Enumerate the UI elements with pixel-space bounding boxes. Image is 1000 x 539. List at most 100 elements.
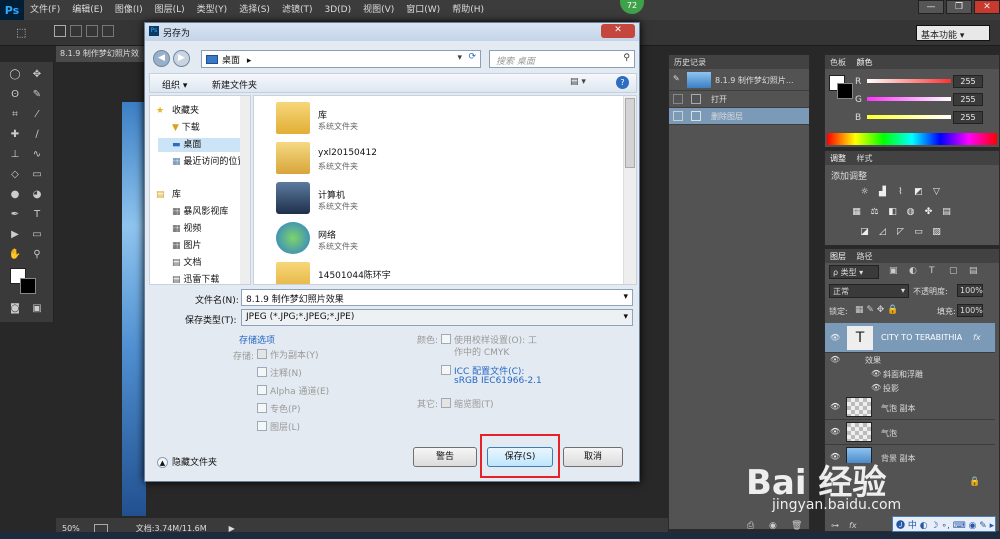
layers-tab[interactable]: 图层 [830,252,846,261]
visibility-eye-icon[interactable]: 👁 [830,402,840,411]
thumbnail-checkbox[interactable] [441,398,451,408]
effects-row[interactable]: 👁 效果 [825,353,995,367]
intersect-selection-icon[interactable] [102,25,114,37]
gradient-map-icon[interactable]: ▭ [913,227,924,238]
layer-row[interactable]: 👁 气泡 副本 [825,395,995,420]
move-tool-icon[interactable]: ✥ [30,68,44,82]
swatches-tab[interactable]: 色板 [830,58,846,67]
history-item-delete-layer[interactable]: 删除图层 [669,108,809,125]
as-copy-checkbox[interactable] [257,349,267,359]
quick-mask-icon[interactable]: ◙ [8,302,22,316]
lasso-tool-icon[interactable]: ʘ [8,88,22,102]
menu-edit[interactable]: 编辑(E) [66,0,109,20]
photo-filter-icon[interactable]: ◍ [905,207,916,218]
filetype-dropdown-icon[interactable]: ▾ [623,312,628,322]
selective-color-icon[interactable]: ▨ [931,227,942,238]
visibility-eye-icon[interactable]: 👁 [830,333,840,342]
menu-layer[interactable]: 图层(L) [149,0,191,20]
layer-row[interactable]: 👁 气泡 [825,420,995,445]
menu-window[interactable]: 窗口(W) [400,0,446,20]
gradient-icon[interactable]: ▭ [30,168,44,182]
menu-file[interactable]: 文件(F) [24,0,66,20]
blue-slider[interactable] [867,115,951,119]
marquee-tool-icon[interactable]: ◯ [8,68,22,82]
organize-button[interactable]: 组织 ▾ [162,78,187,91]
workspace-select[interactable]: 基本功能 ▾ [916,25,990,41]
healing-brush-icon[interactable]: ✚ [8,128,22,142]
menu-view[interactable]: 视图(V) [357,0,400,20]
menu-help[interactable]: 帮助(H) [446,0,490,20]
text-layer-row[interactable]: 👁 T CITY TO TERABITHIA fx [825,323,995,353]
red-slider[interactable] [867,79,951,83]
clone-stamp-icon[interactable]: ⊥ [8,148,22,162]
visibility-eye-icon[interactable]: 👁 [830,427,840,436]
curves-icon[interactable]: ⌇ [895,187,906,198]
close-icon[interactable]: ✕ [974,0,1000,14]
filter-type-icon[interactable]: T [929,266,935,276]
color-balance-icon[interactable]: ⚖ [869,207,880,218]
alpha-checkbox[interactable] [257,385,267,395]
help-icon[interactable]: ? [616,76,629,89]
hand-tool-icon[interactable]: ✋ [8,248,22,262]
brightness-icon[interactable]: ☼ [859,187,870,198]
nav-favorites-header[interactable]: 收藏夹 [172,104,199,118]
background-swatch[interactable] [837,83,853,99]
dodge-tool-icon[interactable]: ◕ [30,188,44,202]
nav-scrollbar[interactable] [240,96,250,284]
brush-tool-icon[interactable]: ∕ [30,128,44,142]
color-spectrum[interactable] [827,133,997,145]
red-value[interactable]: 255 [953,75,983,88]
styles-tab[interactable]: 样式 [857,154,873,163]
nav-baofeng[interactable]: ▦ 暴风影视库 [172,205,228,219]
nav-pictures[interactable]: ▦ 图片 [172,239,201,253]
posterize-icon[interactable]: ◿ [877,227,888,238]
back-icon[interactable]: ◀ [153,50,170,67]
drop-shadow-row[interactable]: 👁 投影 [825,381,995,395]
blue-value[interactable]: 255 [953,111,983,124]
crop-tool-icon[interactable]: ⌗ [8,108,22,122]
icc-checkbox[interactable] [441,365,451,375]
vibrance-icon[interactable]: ▽ [931,187,942,198]
filter-adjust-icon[interactable]: ◐ [909,266,917,276]
channel-mixer-icon[interactable]: ✤ [923,207,934,218]
color-tab[interactable]: 颜色 [857,58,873,67]
zoom-tool-icon[interactable]: ⚲ [30,248,44,262]
warning-button[interactable]: 警告 [413,447,477,467]
document-tab[interactable]: 8.1.9 制作梦幻照片效 [56,46,146,62]
cancel-button[interactable]: 取消 [563,447,623,467]
background-color[interactable] [20,278,36,294]
filetype-select[interactable]: JPEG (*.JPG;*.JPEG;*.JPE) ▾ [241,309,633,326]
filter-pixel-icon[interactable]: ▣ [889,266,898,276]
blur-tool-icon[interactable]: ● [8,188,22,202]
minimize-icon[interactable]: — [918,0,944,14]
adjustments-tab[interactable]: 调整 [830,154,846,163]
nav-recent[interactable]: ▦ 最近访问的位置 [172,155,246,169]
lock-pixels-icon[interactable]: ▦ ✎ ✥ 🔒 [855,305,898,315]
layers-checkbox[interactable] [257,421,267,431]
nav-downloads[interactable]: ▼ 下载 [172,121,200,135]
nav-desktop[interactable]: ▬ 桌面 [158,138,250,152]
fill-input[interactable]: 100% [957,304,983,317]
proof-setup-checkbox[interactable] [441,334,451,344]
layer-filter-select[interactable]: ρ 类型 ▾ [829,265,879,279]
history-brush-icon[interactable]: ∿ [30,148,44,162]
black-white-icon[interactable]: ◧ [887,207,898,218]
camera-icon[interactable]: ◉ [769,521,777,531]
blend-mode-select[interactable]: 正常 ▾ [829,284,909,298]
nav-videos[interactable]: ▦ 视频 [172,222,201,236]
menu-3d[interactable]: 3D(D) [318,0,357,20]
history-tab[interactable]: 历史记录 [669,55,809,69]
search-input[interactable]: 搜索 桌面 ⚲ [489,50,635,68]
filter-shape-icon[interactable]: ▢ [949,266,958,276]
refresh-icon[interactable]: ⟳ [468,52,476,62]
filename-dropdown-icon[interactable]: ▾ [623,292,628,302]
effect-eye-icon[interactable]: 👁 [871,383,881,392]
dialog-close-button[interactable]: ✕ [601,24,635,38]
fx-icon[interactable]: fx [973,333,981,342]
pen-tool-icon[interactable]: ✒ [8,208,22,222]
new-folder-button[interactable]: 新建文件夹 [212,78,257,91]
spot-color-checkbox[interactable] [257,403,267,413]
filename-input[interactable]: 8.1.9 制作梦幻照片效果 ▾ [241,289,633,306]
brush-source-icon[interactable]: ✎ [673,74,680,83]
subtract-selection-icon[interactable] [86,25,98,37]
